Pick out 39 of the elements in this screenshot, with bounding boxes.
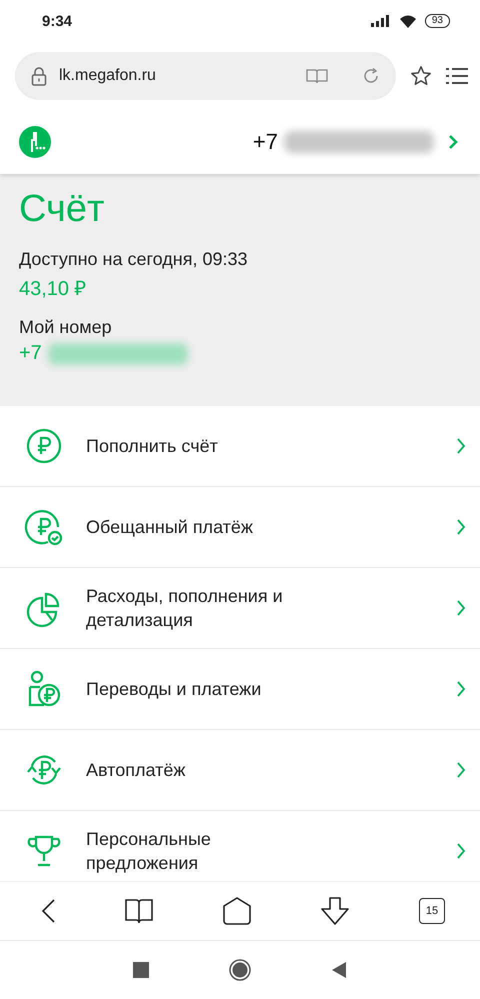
menu-item[interactable]: Автоплатёж [0, 730, 480, 811]
tabs-button[interactable]: 15 [419, 898, 445, 924]
back-triangle-icon[interactable] [331, 962, 347, 978]
reload-icon[interactable] [362, 67, 380, 85]
home-button-icon[interactable] [229, 959, 251, 981]
number-label: Мой номер [19, 317, 113, 338]
menu-item[interactable]: Пополнить счёт [0, 406, 480, 487]
balance-amount: 43,10 ₽ [19, 277, 88, 301]
back-icon[interactable] [40, 898, 56, 924]
signal-icon [370, 15, 391, 27]
chevron-icon[interactable] [448, 134, 458, 150]
ruble-check-icon [24, 507, 64, 547]
chevron-icon [456, 680, 466, 698]
menu-item[interactable]: Переводы и платежи [0, 649, 480, 730]
wifi-icon [398, 14, 417, 28]
download-icon[interactable] [320, 897, 350, 925]
available-label: Доступно на сегодня, 09:33 [19, 249, 249, 270]
phone-number[interactable]: +7 [252, 129, 278, 155]
my-number: +7 [19, 342, 42, 365]
menu-item[interactable]: Расходы, пополнения и детализация [0, 568, 480, 649]
menu-item[interactable]: Персональные предложения [0, 811, 480, 881]
star-icon[interactable] [410, 65, 432, 87]
status-time: 9:34 [42, 12, 72, 30]
lock-icon [31, 66, 47, 86]
chevron-icon [456, 842, 466, 860]
chevron-icon [456, 761, 466, 779]
page-title: Счёт [19, 188, 106, 231]
home-icon[interactable] [222, 897, 250, 925]
logo-icon[interactable] [19, 126, 51, 158]
menu-icon[interactable] [446, 66, 468, 86]
battery-level: 93 [424, 14, 450, 28]
chevron-icon [456, 599, 466, 617]
menu-item[interactable]: Обещанный платёж [0, 487, 480, 568]
chevron-icon [456, 437, 466, 455]
address-field[interactable]: lk.megafon.ru [15, 52, 396, 100]
bookmarks-icon[interactable] [125, 898, 154, 924]
ruble-coin-icon [24, 426, 64, 466]
chevron-icon [456, 518, 466, 536]
reader-mode-icon[interactable] [306, 68, 328, 84]
